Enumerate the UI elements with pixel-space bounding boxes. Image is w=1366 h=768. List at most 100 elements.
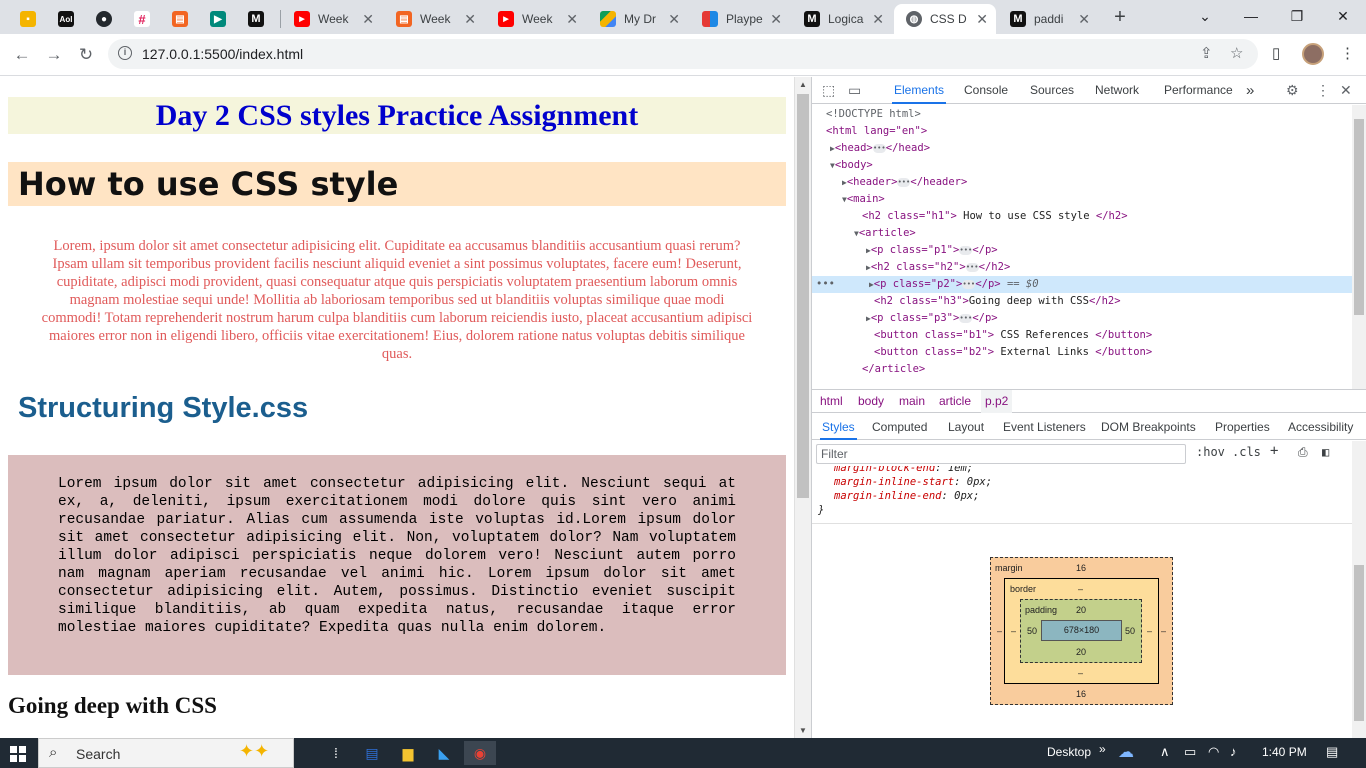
styles-filter-input[interactable]: Filter — [816, 444, 1186, 464]
close-icon[interactable]: ✕ — [362, 11, 374, 27]
tab-dom-breakpoints[interactable]: DOM Breakpoints — [1099, 414, 1198, 440]
css-declaration[interactable]: margin-inline-start: 0px; — [834, 475, 992, 489]
volume-icon[interactable]: ♪ — [1230, 744, 1237, 759]
chrome-icon[interactable]: ◉ — [464, 741, 496, 765]
task-view-icon[interactable]: ⁞ — [320, 741, 352, 765]
side-panel-icon[interactable]: ▯ — [1272, 44, 1280, 62]
tab-network[interactable]: Network — [1093, 77, 1141, 104]
reload-button[interactable]: ↻ — [72, 42, 100, 68]
tab-search-button[interactable]: ⌄ — [1182, 0, 1228, 32]
tab-computed[interactable]: Computed — [870, 414, 929, 440]
windows-start-icon[interactable] — [10, 746, 26, 762]
close-window-button[interactable]: ✕ — [1320, 0, 1366, 32]
tab-accessibility[interactable]: Accessibility — [1286, 414, 1355, 440]
more-tabs-chevron-icon[interactable]: » — [1244, 77, 1256, 104]
scroll-down-arrow[interactable]: ▼ — [795, 726, 811, 735]
ellipsis-icon[interactable]: ••• — [962, 279, 976, 289]
ellipsis-icon[interactable]: ••• — [872, 143, 886, 153]
close-icon[interactable]: ✕ — [464, 11, 476, 27]
tab-console[interactable]: Console — [962, 77, 1010, 104]
tab-week-1[interactable]: ▶ Week ✕ — [282, 4, 382, 34]
tab-layout[interactable]: Layout — [946, 414, 986, 440]
chevron-up-icon[interactable]: ∧ — [1160, 744, 1170, 760]
page-scrollbar[interactable]: ▲ ▼ — [794, 77, 811, 738]
dom-node[interactable]: <!DOCTYPE html> — [826, 106, 921, 123]
scroll-thumb[interactable] — [797, 94, 809, 498]
padding-left-value[interactable]: 50 — [1027, 626, 1037, 636]
tab-css-day2-active[interactable]: ◍ CSS D ✕ — [894, 4, 996, 34]
border-top-value[interactable]: – — [1078, 584, 1083, 594]
dom-node[interactable]: ▶<header>•••</header> — [842, 174, 967, 191]
new-tab-button[interactable]: + — [1108, 5, 1132, 29]
ellipsis-icon[interactable]: ••• — [897, 177, 911, 187]
desktop-label[interactable]: Desktop — [1047, 745, 1091, 759]
tab-logical[interactable]: M Logica ✕ — [792, 4, 892, 34]
crumb-main[interactable]: main — [895, 390, 929, 413]
dom-node[interactable]: <button class="b1"> CSS References </but… — [874, 327, 1152, 344]
bookmark-star-icon[interactable]: ☆ — [1230, 44, 1243, 62]
dom-node[interactable]: <h2 class="h3">Going deep with CSS</h2> — [874, 293, 1121, 310]
close-icon[interactable]: ✕ — [976, 11, 988, 27]
dom-node-selected[interactable]: ••• ▶<p class="p2">•••</p> == $0 — [812, 276, 1352, 293]
wifi-icon[interactable]: ◠ — [1208, 744, 1219, 760]
tab-pinned-slack[interactable]: # — [128, 4, 156, 34]
vscode-icon[interactable]: ◣ — [428, 741, 460, 765]
ellipsis-icon[interactable]: ••• — [959, 245, 973, 255]
url-text[interactable]: 127.0.0.1:5500/index.html — [142, 46, 303, 62]
tab-event-listeners[interactable]: Event Listeners — [1001, 414, 1088, 440]
tab-sources[interactable]: Sources — [1028, 77, 1076, 104]
dom-node[interactable]: ▼<body> — [830, 157, 873, 174]
close-devtools-icon[interactable]: ✕ — [1340, 82, 1352, 99]
tab-properties[interactable]: Properties — [1213, 414, 1272, 440]
weather-icon[interactable]: ☁ — [1118, 742, 1134, 762]
sidebar-toggle-icon[interactable]: ◧ — [1322, 445, 1329, 459]
tab-playpen[interactable]: Plaype ✕ — [690, 4, 790, 34]
forward-button[interactable]: → — [40, 42, 68, 68]
restore-button[interactable]: ❐ — [1274, 0, 1320, 32]
close-icon[interactable]: ✕ — [770, 11, 782, 27]
minimize-button[interactable]: — — [1228, 0, 1274, 32]
dom-node[interactable]: ▼<main> — [842, 191, 885, 208]
close-icon[interactable]: ✕ — [872, 11, 884, 27]
dom-node[interactable]: <h2 class="h1"> How to use CSS style </h… — [862, 208, 1128, 225]
tab-pinned-notes[interactable]: ▤ — [166, 4, 194, 34]
margin-right-value[interactable]: – — [1161, 626, 1166, 636]
dom-node[interactable]: ▼<article> — [854, 225, 916, 242]
address-bar[interactable]: i 127.0.0.1:5500/index.html ⇪ ☆ — [108, 39, 1258, 69]
border-left-value[interactable]: – — [1011, 626, 1016, 636]
element-state-icon[interactable]: ⎙ — [1298, 445, 1308, 460]
close-icon[interactable]: ✕ — [1078, 11, 1090, 27]
dom-node[interactable]: ▶<h2 class="h2">•••</h2> — [866, 259, 1010, 276]
inspect-element-icon[interactable]: ⬚ — [822, 82, 835, 99]
padding-top-value[interactable]: 20 — [1076, 605, 1086, 615]
dom-node[interactable]: <button class="b2"> External Links </but… — [874, 344, 1152, 361]
tab-pinned-aol[interactable]: Aol — [52, 4, 80, 34]
crumb-p-p2[interactable]: p.p2 — [981, 390, 1013, 413]
devtools-menu-icon[interactable]: ⋮ — [1316, 82, 1330, 99]
tab-pinned-github[interactable]: ● — [90, 4, 118, 34]
tab-elements[interactable]: Elements — [892, 77, 947, 104]
tab-week-2[interactable]: ▤ Week ✕ — [384, 4, 484, 34]
tab-pinned-medium[interactable]: M — [242, 4, 270, 34]
back-button[interactable]: ← — [8, 42, 36, 68]
dom-node[interactable]: </article> — [862, 361, 925, 378]
scroll-up-arrow[interactable]: ▲ — [795, 80, 811, 89]
notes-app-icon[interactable]: ▤ — [356, 741, 388, 765]
cls-toggle[interactable]: .cls — [1232, 445, 1261, 459]
tab-performance[interactable]: Performance — [1162, 77, 1235, 104]
css-declaration[interactable]: margin-inline-end: 0px; — [834, 489, 979, 503]
crumb-article[interactable]: article — [935, 390, 975, 413]
clock-time[interactable]: 1:40 PM — [1262, 745, 1307, 759]
scroll-thumb[interactable] — [1354, 119, 1364, 315]
margin-bottom-value[interactable]: 16 — [1076, 689, 1086, 699]
margin-top-value[interactable]: 16 — [1076, 563, 1086, 573]
notification-icon[interactable]: ▤ — [1326, 744, 1338, 760]
crumb-body[interactable]: body — [854, 390, 888, 413]
tab-padding[interactable]: M paddi ✕ — [998, 4, 1098, 34]
battery-icon[interactable]: ▭ — [1184, 744, 1196, 760]
device-toolbar-icon[interactable]: ▭ — [848, 82, 861, 99]
dom-scrollbar[interactable] — [1352, 105, 1366, 389]
tab-pinned-meet[interactable]: ▶ — [204, 4, 232, 34]
tab-pinned-keep[interactable]: ▪ — [14, 4, 42, 34]
toolbar-chevron-icon[interactable]: » — [1099, 742, 1106, 756]
